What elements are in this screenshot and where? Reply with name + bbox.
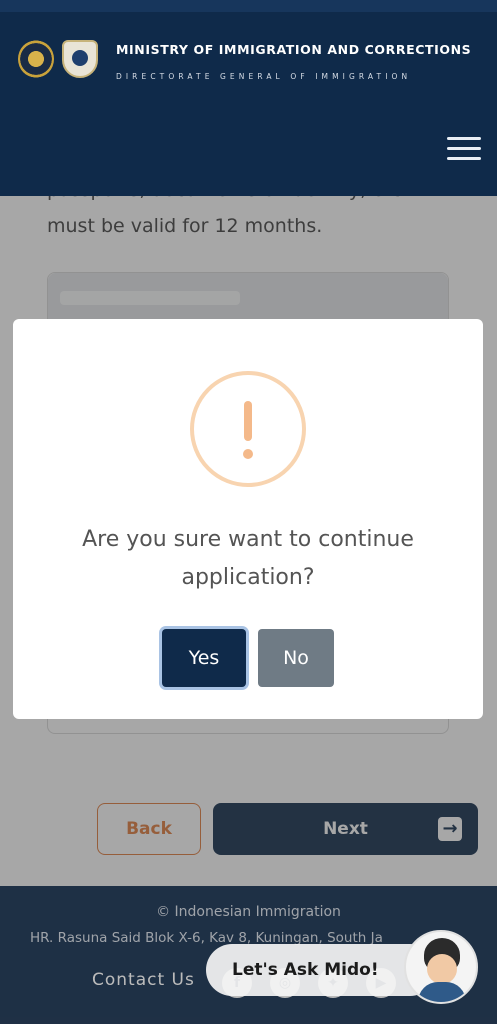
org-title: MINISTRY OF IMMIGRATION AND CORRECTIONS — [116, 42, 472, 57]
org-subtitle: DIRECTORATE GENERAL OF IMMIGRATION — [116, 72, 412, 81]
confirm-question: Are you sure want to continue applicatio… — [82, 527, 414, 590]
no-button[interactable]: No — [258, 629, 334, 687]
status-strip — [0, 0, 497, 12]
yes-button[interactable]: Yes — [162, 629, 246, 687]
immigration-logo-icon — [62, 40, 98, 78]
copyright-text: © Indonesian Immigration — [156, 904, 341, 920]
chatbot-label[interactable]: Let's Ask Mido! — [206, 944, 436, 996]
warning-icon — [190, 371, 306, 487]
chatbot-widget[interactable]: Let's Ask Mido! — [206, 930, 482, 1004]
contact-us-label: Contact Us — [92, 970, 195, 990]
site-header: MINISTRY OF IMMIGRATION AND CORRECTIONS … — [0, 0, 497, 196]
confirm-dialog: Are you sure want to continue applicatio… — [13, 319, 483, 719]
mido-avatar-icon[interactable] — [404, 930, 478, 1004]
hamburger-menu-icon[interactable] — [447, 137, 481, 161]
garuda-emblem-icon — [18, 40, 54, 78]
